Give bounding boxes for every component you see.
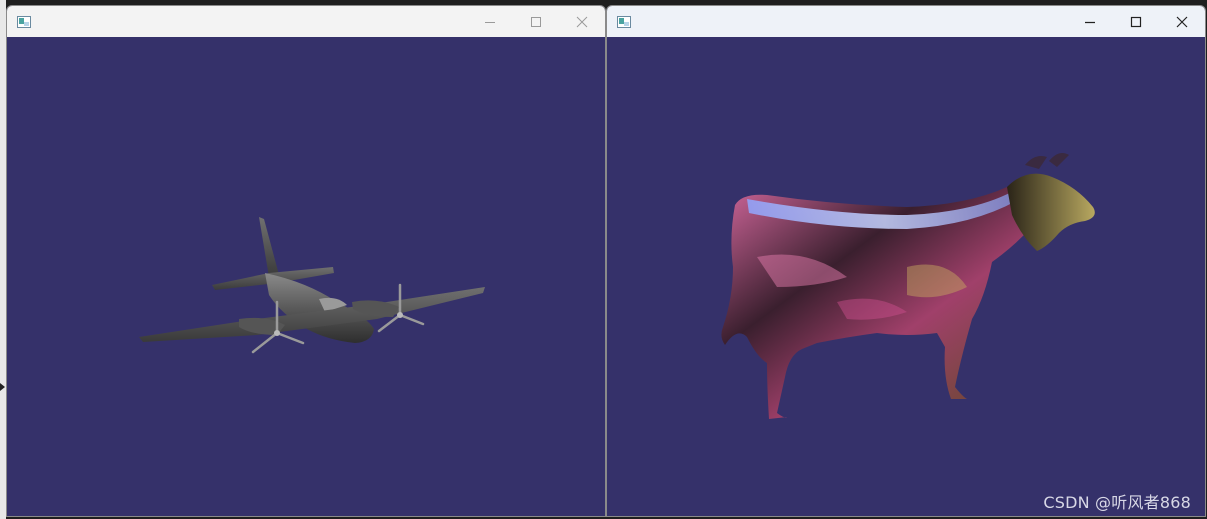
cow-model [721, 153, 1095, 419]
window-controls [467, 6, 605, 37]
close-button[interactable] [559, 6, 605, 37]
render-viewport[interactable] [607, 37, 1205, 516]
minimize-icon [1085, 21, 1095, 23]
cow-window[interactable] [606, 5, 1206, 517]
app-window-icon[interactable] [17, 15, 31, 28]
render-viewport[interactable] [7, 37, 605, 516]
minimize-button[interactable] [467, 6, 513, 37]
titlebar[interactable] [607, 6, 1205, 37]
close-icon [1176, 16, 1188, 27]
close-icon [576, 16, 588, 27]
arrow-marker-icon [0, 383, 5, 391]
app-window-icon[interactable] [617, 15, 631, 28]
titlebar[interactable] [7, 6, 605, 37]
window-controls [1067, 6, 1205, 37]
maximize-icon [531, 16, 541, 27]
maximize-icon [1130, 16, 1142, 27]
minimize-icon [485, 21, 495, 23]
watermark-text: CSDN @听风者868 [1043, 493, 1191, 512]
close-button[interactable] [1159, 6, 1205, 37]
minimize-button[interactable] [1067, 6, 1113, 37]
maximize-button[interactable] [1113, 6, 1159, 37]
maximize-button[interactable] [513, 6, 559, 37]
airplane-model [139, 217, 485, 354]
airplane-window[interactable] [6, 5, 606, 517]
